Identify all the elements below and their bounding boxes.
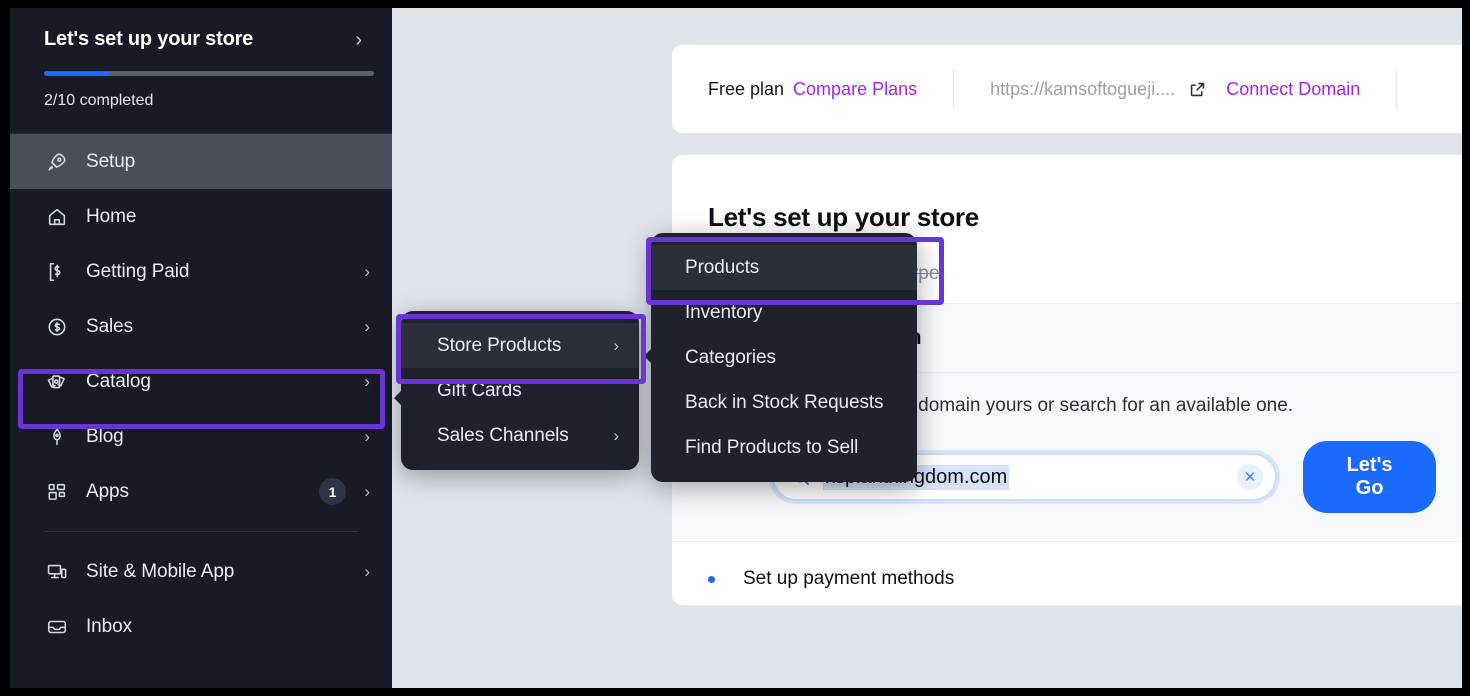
compare-plans-link[interactable]: Compare Plans: [793, 79, 917, 100]
site-url-text: https://kamsoftogueji....: [990, 78, 1176, 99]
sidebar-item-label: Home: [86, 205, 137, 227]
sidebar-divider: [44, 531, 358, 532]
sidebar-item-label: Sales: [86, 315, 134, 337]
sidebar-item-label: Getting Paid: [86, 260, 190, 282]
sidebar-item-label: Catalog: [86, 370, 151, 392]
close-icon[interactable]: ✕: [1237, 464, 1264, 490]
chevron-right-icon: ›: [364, 426, 370, 446]
home-icon: [44, 206, 70, 228]
menu-item-store-products[interactable]: Store Products ›: [401, 323, 639, 368]
menu-item-label: Find Products to Sell: [685, 436, 859, 458]
sidebar-item-label: Setup: [86, 150, 136, 172]
chevron-right-icon[interactable]: ›: [355, 30, 370, 50]
menu-item-label: Gift Cards: [437, 379, 522, 401]
menu-item-products[interactable]: Products: [651, 245, 917, 290]
sidebar-item-apps[interactable]: Apps 1 ›: [10, 464, 392, 519]
chevron-right-icon: ›: [364, 261, 370, 281]
sidebar-item-home[interactable]: Home: [10, 189, 392, 244]
menu-item-label: Sales Channels: [437, 424, 569, 446]
dollar-coin-icon: [44, 316, 70, 338]
chevron-right-icon: ›: [364, 316, 370, 336]
chevron-right-icon: ›: [364, 481, 370, 501]
sidebar-item-label: Inbox: [86, 615, 132, 637]
plan-label: Free plan: [708, 78, 785, 99]
sidebar-item-sales[interactable]: Sales ›: [10, 299, 392, 354]
menu-item-label: Products: [685, 256, 760, 278]
sidebar-item-label: Blog: [86, 425, 124, 447]
menu-item-label: Back in Stock Requests: [685, 391, 884, 413]
connect-domain-link[interactable]: Connect Domain: [1226, 79, 1360, 100]
chevron-right-icon: ›: [613, 425, 619, 445]
sidebar-item-site-mobile-app[interactable]: Site & Mobile App ›: [10, 544, 392, 599]
menu-item-sales-channels[interactable]: Sales Channels ›: [401, 413, 639, 458]
menu-item-back-in-stock-requests[interactable]: Back in Stock Requests: [651, 380, 917, 425]
flyout-pointer-2: [644, 347, 653, 365]
catalog-icon: [44, 370, 70, 394]
setup-progress-label: 2/10 completed: [44, 92, 154, 109]
setup-progress-bar: [44, 71, 374, 76]
sidebar-item-blog[interactable]: Blog ›: [10, 409, 392, 464]
menu-item-label: Store Products: [437, 334, 562, 356]
invoice-icon: [44, 261, 70, 283]
sidebar-nav: Setup Home Getting Paid › Sales › Catalog › Blog…: [10, 134, 392, 654]
inbox-icon: [44, 616, 70, 638]
divider: [953, 69, 955, 109]
lets-go-button[interactable]: Let's Go: [1303, 441, 1436, 513]
menu-item-label: Categories: [685, 346, 776, 368]
checklist-item-next[interactable]: Set up payment methods: [672, 542, 1462, 605]
sidebar-item-setup[interactable]: Setup: [10, 134, 392, 189]
sidebar-item-getting-paid[interactable]: Getting Paid ›: [10, 244, 392, 299]
chevron-right-icon: ›: [364, 371, 370, 391]
pen-nib-icon: [44, 426, 70, 448]
catalog-flyout-menu: Store Products › Gift Cards Sales Channels ›: [394, 311, 639, 470]
setup-progress-header[interactable]: Let's set up your store › 2/10 completed: [10, 8, 392, 134]
plan-domain-bar: Free plan Compare Plans https://kamsofto…: [672, 45, 1462, 133]
sidebar-item-inbox[interactable]: Inbox: [10, 599, 392, 654]
chevron-right-icon: ›: [364, 561, 370, 581]
apps-grid-icon: [44, 481, 70, 503]
menu-item-gift-cards[interactable]: Gift Cards: [401, 368, 639, 413]
sidebar: Let's set up your store › 2/10 completed…: [10, 8, 392, 688]
flyout-pointer-1: [394, 389, 403, 407]
checklist-item-next-label: Set up payment methods: [743, 568, 955, 589]
external-link-icon[interactable]: [1189, 81, 1206, 98]
sidebar-item-catalog[interactable]: Catalog ›: [10, 354, 392, 409]
app-window: Let's set up your store › 2/10 completed…: [0, 0, 1470, 696]
sidebar-item-label: Apps: [86, 480, 129, 502]
page-title: Let's set up your store: [708, 202, 979, 232]
chevron-right-icon: ›: [613, 335, 619, 355]
divider-2: [1396, 69, 1398, 109]
menu-item-categories[interactable]: Categories: [651, 335, 917, 380]
setup-header-title: Let's set up your store: [44, 28, 254, 50]
sidebar-item-label: Site & Mobile App: [86, 560, 235, 582]
menu-item-label: Inventory: [685, 301, 763, 323]
store-products-flyout-menu: Products Inventory Categories Back in Stock…: [644, 233, 917, 482]
bullet-icon-blue: [708, 575, 715, 583]
rocket-icon: [44, 151, 70, 173]
setup-progress-fill: [44, 71, 110, 76]
devices-icon: [44, 561, 70, 583]
menu-item-find-products-to-sell[interactable]: Find Products to Sell: [651, 425, 917, 470]
menu-item-inventory[interactable]: Inventory: [651, 290, 917, 335]
sidebar-item-badge: 1: [319, 478, 346, 505]
